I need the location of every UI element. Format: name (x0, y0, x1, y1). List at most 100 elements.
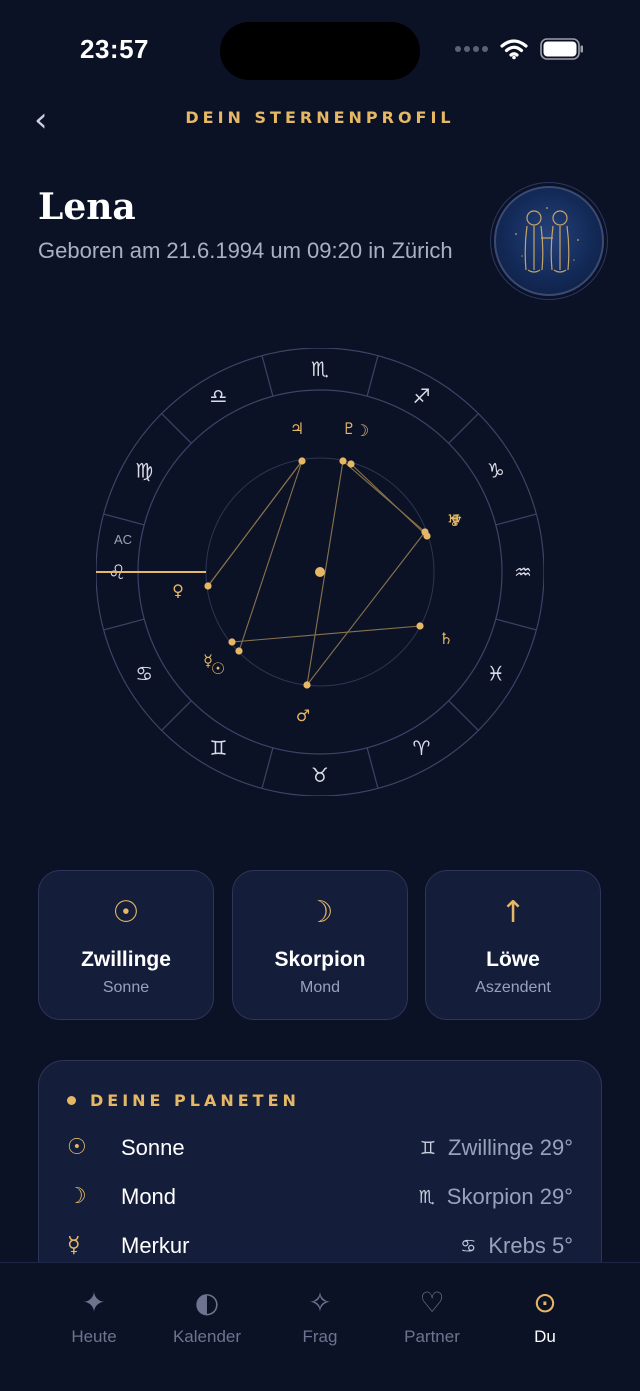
ac-label: AC (114, 532, 132, 547)
scorpio-icon: ♏ (311, 357, 329, 381)
sun-sign: Zwillinge (81, 948, 171, 971)
signal-icon (455, 46, 488, 52)
jupiter-marker (298, 457, 306, 465)
zodiac-divider (366, 355, 379, 397)
libra-icon: ♎ (210, 384, 228, 408)
tab-frag[interactable]: ✧ Frag (264, 1285, 376, 1347)
sagittarius-icon: ♐ (413, 384, 431, 408)
moon-phase-icon: ◐ (194, 1286, 220, 1319)
sun-glyph: ☉ (211, 659, 225, 678)
status-icons (454, 38, 584, 60)
taurus-icon: ♉ (311, 763, 329, 787)
chart-center-dot (315, 567, 325, 577)
sun-icon: ⊙ (533, 1286, 557, 1319)
zodiac-divider (448, 700, 479, 731)
pluto-marker (339, 457, 347, 465)
tab-partner[interactable]: ♡ Partner (376, 1285, 488, 1347)
saturn-glyph: ♄ (439, 629, 453, 648)
arrow-up-icon: ↑ (500, 895, 526, 930)
planet-position: Zwillinge 29° (448, 1135, 573, 1160)
pisces-icon: ♓ (487, 662, 505, 686)
tab-heute[interactable]: ✦ Heute (38, 1285, 150, 1347)
natal-chart: ♏♐♑♒♓♈♉♊♋♌♍♎ AC ♃ ♇☽♅♆♄♂☿☉♀ (96, 348, 544, 796)
avatar[interactable] (494, 186, 604, 296)
planet-position: Krebs 5° (488, 1233, 573, 1258)
mercury-icon: ☿ (67, 1233, 81, 1258)
battery-icon (540, 38, 583, 60)
zodiac-divider (261, 747, 274, 789)
gemini-twins-icon (515, 207, 579, 273)
planets-panel-title: DEINE PLANETEN (90, 1091, 300, 1110)
planet-name: Mond (121, 1184, 177, 1209)
saturn-marker (416, 622, 424, 630)
moon-sign: Skorpion (274, 948, 366, 971)
dynamic-island (220, 22, 420, 80)
tab-label: Du (534, 1327, 556, 1346)
aspect-line (231, 625, 421, 643)
ascendant-sign: Löwe (486, 948, 540, 971)
capricorn-icon: ♑ (487, 459, 505, 483)
sun-marker (235, 647, 243, 655)
aspect-line (306, 460, 344, 686)
star-outline-icon: ✧ (308, 1286, 332, 1319)
moon-icon: ☽ (67, 1184, 87, 1209)
virgo-icon: ♍ (135, 459, 153, 483)
tab-kalender[interactable]: ◐ Kalender (151, 1285, 263, 1347)
tab-label: Heute (71, 1327, 117, 1346)
zodiac-divider (495, 513, 537, 526)
sun-icon: ☉ (112, 895, 140, 930)
zodiac-divider (495, 618, 537, 631)
gemini-icon: ♊ (210, 736, 228, 760)
sparkle-icon: ✦ (82, 1286, 106, 1319)
venus-marker (204, 582, 212, 590)
mercury-marker (228, 638, 236, 646)
sun-icon: ☉ (67, 1135, 87, 1160)
ascendant-label: Aszendent (475, 979, 551, 996)
sun-label: Sonne (102, 979, 150, 996)
tab-label: Frag (302, 1327, 338, 1346)
jupiter-glyph: ♃ (290, 419, 304, 438)
aspect-line (238, 460, 303, 652)
cancer-icon: ♋ (460, 1235, 477, 1257)
neptune-glyph: ♆ (449, 511, 463, 530)
zodiac-divider (261, 355, 274, 397)
bullet-icon (67, 1096, 76, 1105)
aries-icon: ♈ (413, 736, 431, 760)
aspect-line (342, 460, 426, 533)
moon-marker (347, 460, 355, 468)
birth-info: Geboren am 21.6.1994 um 09:20 in Zürich (38, 238, 453, 263)
heart-icon: ♡ (419, 1286, 445, 1319)
planet-row[interactable]: ☽ Mond ♏ Skorpion 29° (39, 1180, 601, 1220)
cancer-icon: ♋ (135, 662, 153, 686)
neptune-marker (423, 532, 431, 540)
mars-marker (303, 681, 311, 689)
aspect-line (350, 463, 428, 537)
planet-name: Sonne (121, 1135, 185, 1160)
moon-sign-card[interactable]: ☽ Skorpion Mond (232, 870, 408, 1020)
zodiac-divider (161, 700, 192, 731)
moon-glyph: ☽ (355, 421, 369, 440)
moon-icon: ☽ (306, 895, 334, 930)
zodiac-divider (103, 618, 145, 631)
profile-name: Lena (38, 186, 136, 228)
gemini-icon: ♊ (419, 1137, 437, 1159)
zodiac-divider (103, 513, 145, 526)
planet-position: Skorpion 29° (446, 1184, 573, 1209)
aspect-line (207, 460, 303, 587)
page-title: DEIN STERNENPROFIL (185, 108, 455, 127)
bottom-nav: ✦ Heute ◐ Kalender ✧ Frag ♡ Partner ⊙ Du (0, 1263, 640, 1391)
zodiac-divider (161, 413, 192, 444)
tab-du[interactable]: ⊙ Du (489, 1285, 601, 1347)
planet-name: Merkur (121, 1233, 190, 1258)
mars-glyph: ♂ (296, 706, 310, 725)
tab-label: Partner (404, 1327, 460, 1346)
aspect-line (306, 531, 426, 686)
ascendant-card[interactable]: ↑ Löwe Aszendent (425, 870, 601, 1020)
planet-row[interactable]: ☉ Sonne ♊ Zwillinge 29° (39, 1131, 601, 1171)
status-time: 23:57 (80, 34, 149, 64)
tab-label: Kalender (172, 1327, 242, 1346)
sun-sign-card[interactable]: ☉ Zwillinge Sonne (38, 870, 214, 1020)
moon-label: Mond (299, 979, 341, 996)
zodiac-divider (448, 413, 479, 444)
wifi-icon (500, 39, 528, 60)
